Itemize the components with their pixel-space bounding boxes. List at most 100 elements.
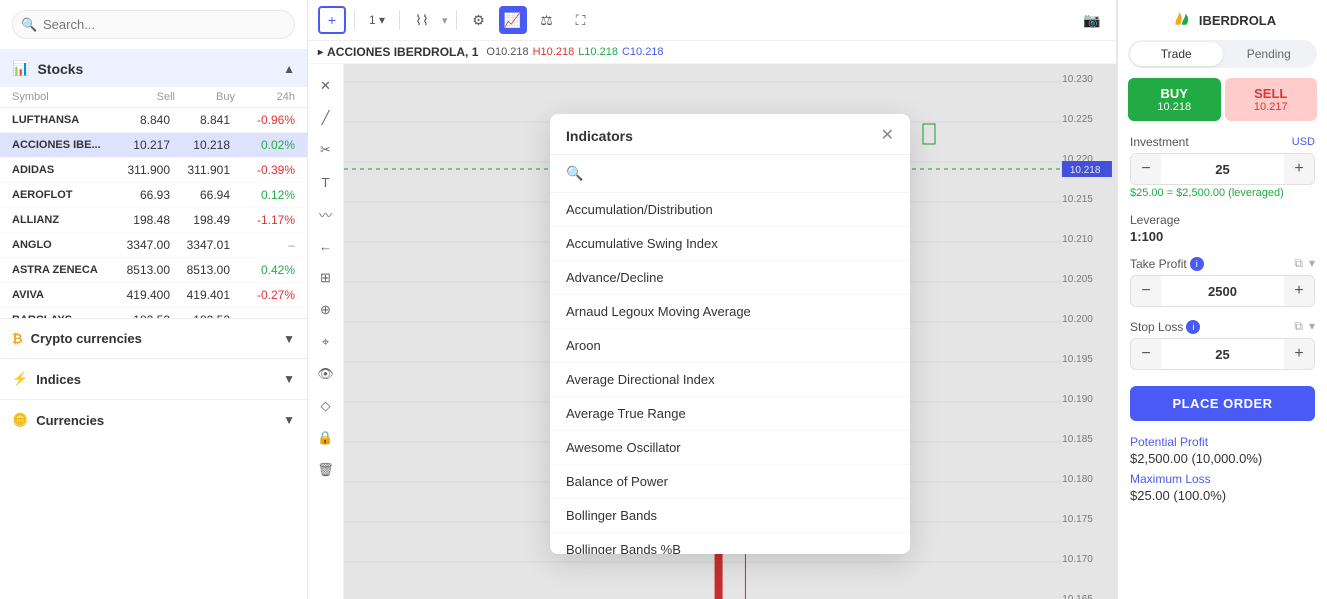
- indicator-item[interactable]: Awesome Oscillator: [550, 431, 910, 465]
- stock-row[interactable]: ANGLO 3347.00 3347.01 –: [0, 233, 307, 258]
- stock-change: 0.02%: [230, 138, 295, 152]
- investment-label: Investment: [1130, 135, 1189, 149]
- stock-symbol: AVIVA: [12, 289, 110, 301]
- place-order-button[interactable]: PLACE ORDER: [1130, 386, 1315, 421]
- stock-buy: 8513.00: [170, 263, 230, 277]
- stocks-section-header[interactable]: 📊 Stocks ▲: [0, 50, 307, 87]
- indicator-item[interactable]: Bollinger Bands %B: [550, 533, 910, 554]
- take-profit-remove-icon[interactable]: ▾: [1309, 256, 1315, 271]
- indicator-item[interactable]: Accumulation/Distribution: [550, 193, 910, 227]
- tab-trade[interactable]: Trade: [1130, 42, 1223, 66]
- stock-change: –: [230, 238, 295, 252]
- ohlc-open: O10.218: [486, 46, 528, 58]
- indices-section[interactable]: ⚡ Indices ▼: [0, 358, 307, 399]
- modal-search-input[interactable]: [591, 166, 894, 181]
- stock-sell: 3347.00: [110, 238, 170, 252]
- stock-row[interactable]: ACCIONES IBE... 10.217 10.218 0.02%: [0, 133, 307, 158]
- stock-row[interactable]: AEROFLOT 66.93 66.94 0.12%: [0, 183, 307, 208]
- stock-symbol: ANGLO: [12, 239, 110, 251]
- indicator-item[interactable]: Balance of Power: [550, 465, 910, 499]
- search-input[interactable]: [12, 10, 295, 39]
- col-symbol: Symbol: [12, 91, 115, 103]
- take-profit-stepper: − 2500 +: [1130, 275, 1315, 307]
- balance-button[interactable]: ⚖: [533, 6, 561, 34]
- shape-button[interactable]: ◇: [312, 392, 340, 420]
- stock-row[interactable]: ALLIANZ 198.48 198.49 -1.17%: [0, 208, 307, 233]
- indicator-item[interactable]: Bollinger Bands: [550, 499, 910, 533]
- ohlc-close: C10.218: [622, 46, 664, 58]
- indicator-item[interactable]: Average True Range: [550, 397, 910, 431]
- crypto-section[interactable]: ₿ Crypto currencies ▼: [0, 318, 307, 358]
- sell-button[interactable]: SELL 10.217: [1225, 78, 1318, 121]
- indicator-item[interactable]: Average Directional Index: [550, 363, 910, 397]
- stock-change: -1.17%: [230, 213, 295, 227]
- take-profit-info-icon[interactable]: i: [1190, 257, 1204, 271]
- col-sell: Sell: [115, 91, 175, 103]
- stock-row[interactable]: ADIDAS 311.900 311.901 -0.39%: [0, 158, 307, 183]
- stock-buy: 198.49: [170, 213, 230, 227]
- text-button[interactable]: T: [312, 168, 340, 196]
- modal-close-button[interactable]: ✕: [881, 128, 894, 144]
- stock-change: -0.39%: [230, 163, 295, 177]
- chart-type-button[interactable]: ⌇⌇: [408, 6, 436, 34]
- magnet-button[interactable]: ⌖: [312, 328, 340, 356]
- indicator-item[interactable]: Accumulative Swing Index: [550, 227, 910, 261]
- indicator-item[interactable]: Advance/Decline: [550, 261, 910, 295]
- take-profit-copy-icon[interactable]: ⧉: [1294, 256, 1303, 271]
- timeframe-button[interactable]: 1 ▾: [363, 6, 391, 34]
- chart-toolbar: + 1 ▾ ⌇⌇ ▾ ⚙ 📈 ⚖ ⛶ 📷: [308, 0, 1116, 41]
- take-profit-decrease-button[interactable]: −: [1131, 276, 1161, 306]
- pattern-button[interactable]: 〰: [312, 200, 340, 228]
- indicator-item[interactable]: Arnaud Legoux Moving Average: [550, 295, 910, 329]
- stocks-table-header: Symbol Sell Buy 24h: [0, 87, 307, 108]
- indicators-button[interactable]: 📈: [499, 6, 527, 34]
- modal-search-icon: 🔍: [566, 165, 583, 182]
- stop-loss-info-icon[interactable]: i: [1186, 320, 1200, 334]
- stock-row[interactable]: AVIVA 419.400 419.401 -0.27%: [0, 283, 307, 308]
- draw-tool-button[interactable]: ✂: [312, 136, 340, 164]
- measure-button[interactable]: ⊞: [312, 264, 340, 292]
- lock-button[interactable]: 🔒: [312, 424, 340, 452]
- indicators-modal: Indicators ✕ 🔍 Accumulation/Distribution…: [550, 114, 910, 554]
- camera-button[interactable]: 📷: [1078, 6, 1106, 34]
- ohlc-high: H10.218: [533, 46, 575, 58]
- currencies-section[interactable]: 🪙 Currencies ▼: [0, 399, 307, 440]
- tab-pending[interactable]: Pending: [1223, 42, 1316, 66]
- buy-button[interactable]: BUY 10.218: [1128, 78, 1221, 121]
- modal-title: Indicators: [566, 128, 633, 144]
- investment-increase-button[interactable]: +: [1284, 154, 1314, 184]
- take-profit-increase-button[interactable]: +: [1284, 276, 1314, 306]
- stock-sell: 8513.00: [110, 263, 170, 277]
- stock-row[interactable]: ASTRA ZENECA 8513.00 8513.00 0.42%: [0, 258, 307, 283]
- indicator-item[interactable]: Aroon: [550, 329, 910, 363]
- eye-button[interactable]: 👁: [312, 360, 340, 388]
- stock-symbol: ACCIONES IBE...: [12, 139, 110, 151]
- leverage-label: Leverage: [1130, 213, 1315, 227]
- fullscreen-button[interactable]: ⛶: [567, 6, 595, 34]
- delete-button[interactable]: 🗑: [312, 456, 340, 484]
- sell-label: SELL: [1229, 86, 1314, 101]
- stop-loss-remove-icon[interactable]: ▾: [1309, 319, 1315, 334]
- stock-row[interactable]: BARCLAYS 182.52 182.52 –: [0, 308, 307, 318]
- indicators-modal-overlay: Indicators ✕ 🔍 Accumulation/Distribution…: [344, 64, 1116, 599]
- draw-line-button[interactable]: ╱: [312, 104, 340, 132]
- stock-sell: 419.400: [110, 288, 170, 302]
- investment-currency: USD: [1292, 136, 1315, 148]
- ohlc-low: L10.218: [578, 46, 618, 58]
- stop-loss-copy-icon[interactable]: ⧉: [1294, 319, 1303, 334]
- buy-sell-row: BUY 10.218 SELL 10.217: [1128, 78, 1317, 121]
- add-button[interactable]: +: [318, 6, 346, 34]
- arrow-button[interactable]: ←: [312, 232, 340, 260]
- investment-value: 25: [1161, 162, 1284, 177]
- crosshair-button[interactable]: ✕: [312, 72, 340, 100]
- zoom-button[interactable]: ⊕: [312, 296, 340, 324]
- buy-price: 10.218: [1132, 101, 1217, 113]
- chart-info-bar: ▸ ACCIONES IBERDROLA, 1 O10.218 H10.218 …: [308, 41, 1116, 64]
- stock-row[interactable]: LUFTHANSA 8.840 8.841 -0.96%: [0, 108, 307, 133]
- search-icon: 🔍: [21, 17, 37, 33]
- stop-loss-decrease-button[interactable]: −: [1131, 339, 1161, 369]
- stop-loss-increase-button[interactable]: +: [1284, 339, 1314, 369]
- investment-decrease-button[interactable]: −: [1131, 154, 1161, 184]
- settings-button[interactable]: ⚙: [465, 6, 493, 34]
- stock-change: 0.42%: [230, 263, 295, 277]
